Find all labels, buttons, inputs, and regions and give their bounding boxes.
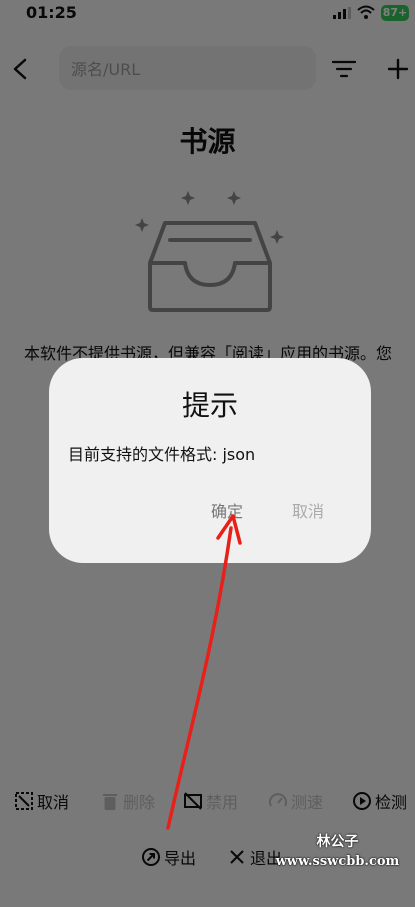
dialog-cancel-button[interactable]: 取消 <box>283 496 333 524</box>
watermark-line-2: www.sswcbb.com <box>275 854 400 869</box>
confirm-button[interactable]: 确定 <box>202 496 252 524</box>
dialog-title: 提示 <box>181 389 238 422</box>
watermark-line-1: 林公子 <box>316 834 359 850</box>
watermark: 林公子 www.sswcbb.com <box>260 832 415 872</box>
alert-dialog: 提示 目前支持的文件格式: json 确定 取消 <box>49 358 371 563</box>
dialog-message: 目前支持的文件格式: json <box>68 445 256 464</box>
